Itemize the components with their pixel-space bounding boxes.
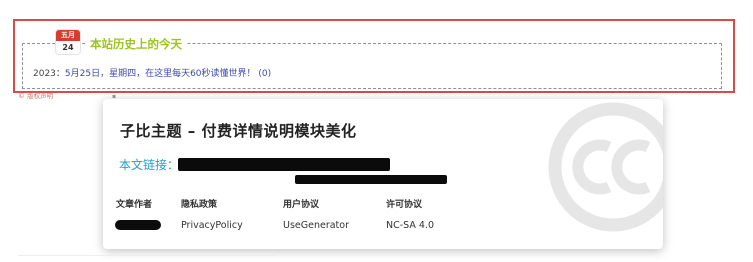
calendar-icon: 五月 24	[56, 30, 80, 54]
article-link-label: 本文链接：	[119, 158, 180, 172]
copyright-note[interactable]: © 版权声明	[18, 92, 53, 101]
copyright-note-label: 版权声明	[27, 92, 54, 100]
history-entry[interactable]: 2023：5月25日，星期四，在这里每天60秒读懂世界！ (0)	[33, 68, 271, 80]
privacy-policy-link[interactable]: PrivacyPolicy	[181, 220, 243, 231]
license-link[interactable]: NC-SA 4.0	[386, 220, 434, 231]
divider	[18, 255, 278, 256]
calendar-day: 24	[62, 43, 74, 52]
meta-author-label: 文章作者	[116, 200, 153, 210]
creative-commons-icon	[548, 102, 663, 232]
history-entry-count: (0)	[258, 69, 272, 79]
calendar-month: 五月	[56, 30, 80, 41]
user-agreement-link[interactable]: UseGenerator	[283, 220, 349, 231]
redacted-link-continued[interactable]	[295, 175, 447, 184]
history-entry-year: 2023：	[33, 69, 65, 79]
copyright-icon: ©	[18, 92, 25, 100]
redacted-author[interactable]	[115, 220, 161, 230]
meta-agreement-label: 用户协议	[283, 200, 320, 210]
meta-privacy-label: 隐私政策	[181, 200, 218, 210]
meta-license-label: 许可协议	[386, 200, 423, 210]
today-in-history-title: 本站历史上的今天	[86, 37, 186, 51]
card-title: 子比主题 – 付费详情说明模块美化	[120, 122, 357, 140]
copyright-card: 子比主题 – 付费详情说明模块美化 本文链接： 文章作者 隐私政策 用户协议 许…	[103, 99, 663, 249]
history-entry-link[interactable]: 5月25日，星期四，在这里每天60秒读懂世界！	[65, 69, 256, 79]
redacted-link[interactable]	[178, 158, 390, 171]
